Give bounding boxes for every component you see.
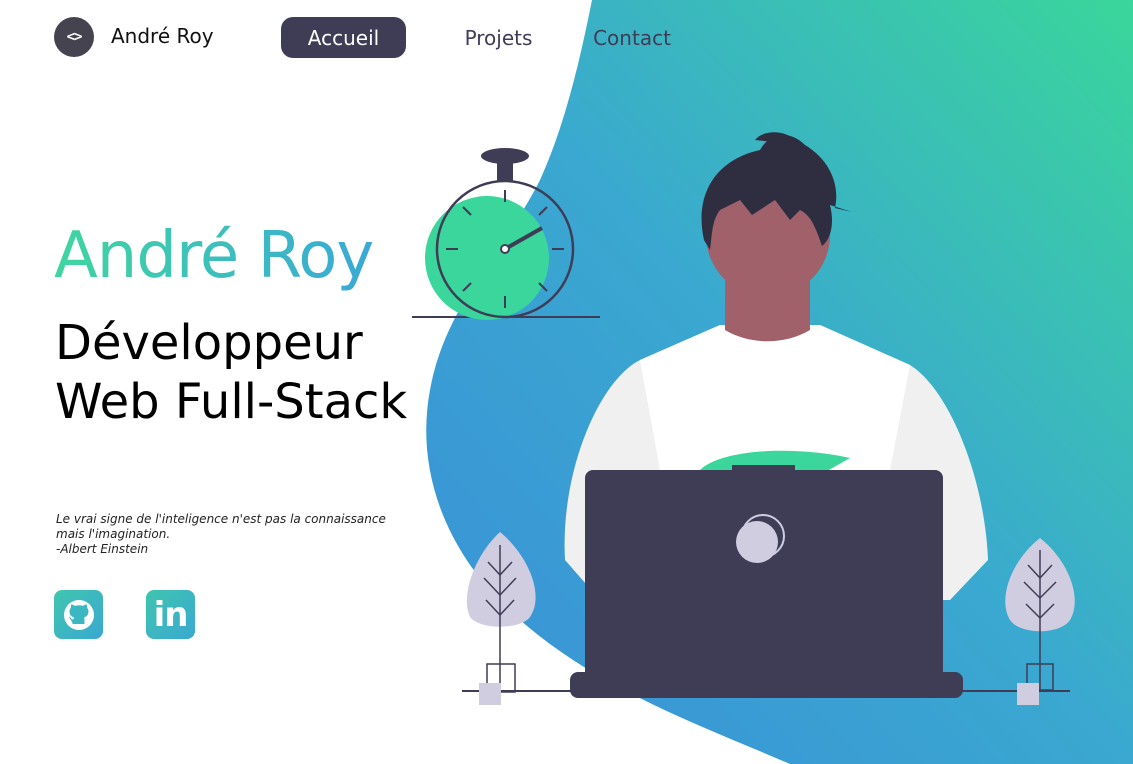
site-header: <> André Roy Accueil Projets Contact (0, 0, 1133, 76)
quote-author: -Albert Einstein (56, 542, 149, 556)
quote-line: Le vrai signe de l'inteligence n'est pas… (56, 512, 386, 526)
quote-line: mais l'imagination. (56, 527, 171, 541)
linkedin-button[interactable]: in (146, 590, 195, 639)
github-button[interactable] (54, 590, 103, 639)
code-logo-icon[interactable]: <> (54, 17, 94, 57)
github-icon (63, 599, 94, 630)
nav-accueil[interactable]: Accueil (281, 17, 406, 58)
hero-title: Développeur Web Full-Stack (55, 315, 408, 430)
nav-projets[interactable]: Projets (455, 17, 542, 58)
linkedin-icon: in (153, 594, 189, 635)
quote: Le vrai signe de l'inteligence n'est pas… (56, 512, 416, 557)
brand-name[interactable]: André Roy (111, 24, 214, 48)
nav-contact[interactable]: Contact (583, 17, 681, 58)
hero-name: André Roy (54, 216, 374, 296)
